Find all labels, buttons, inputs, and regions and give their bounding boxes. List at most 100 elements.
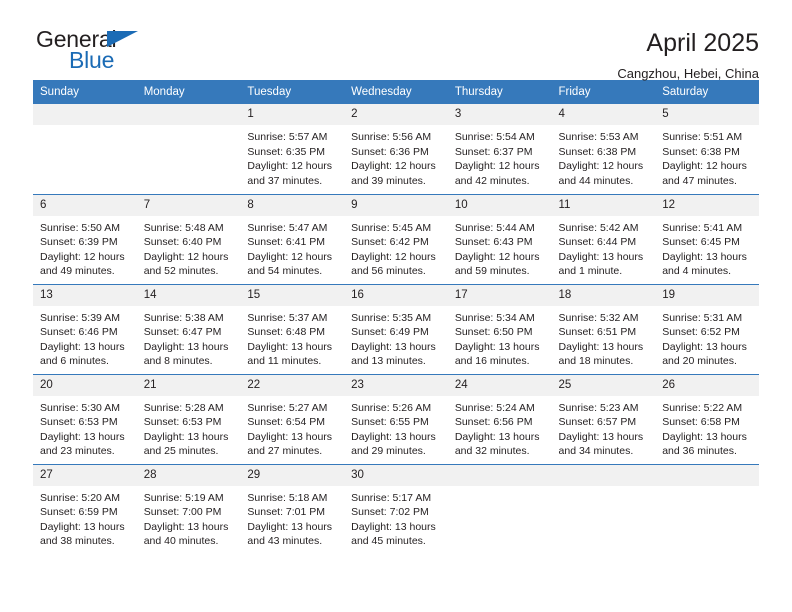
day-cell-inner: 20 Sunrise: 5:30 AM Sunset: 6:53 PM Dayligh…	[33, 374, 137, 464]
calendar-day-cell[interactable]: 29 Sunrise: 5:18 AM Sunset: 7:01 PM Dayligh…	[240, 463, 345, 554]
calendar-day-cell[interactable]: 16 Sunrise: 5:35 AM Sunset: 6:49 PM Dayligh…	[344, 283, 448, 374]
day-detail-line: and 6 minutes.	[40, 355, 109, 367]
calendar-day-cell[interactable]: 8 Sunrise: 5:47 AM Sunset: 6:41 PM Daylight…	[240, 193, 345, 284]
day-detail-line: Daylight: 12 hours	[351, 160, 436, 172]
calendar-day-cell[interactable]: 30 Sunrise: 5:17 AM Sunset: 7:02 PM Dayligh…	[344, 463, 448, 554]
day-number: 8	[240, 194, 345, 216]
day-sun-details	[552, 486, 656, 491]
day-detail-line: Sunset: 6:43 PM	[454, 236, 533, 248]
weekday-header-tuesday: Tuesday	[240, 80, 345, 104]
calendar-day-cell[interactable]: 24 Sunrise: 5:24 AM Sunset: 6:56 PM Dayligh…	[447, 373, 552, 464]
calendar-day-cell[interactable]: 3 Sunrise: 5:54 AM Sunset: 6:37 PM Daylight…	[447, 104, 552, 194]
day-detail-line: and 36 minutes.	[662, 445, 737, 457]
day-sun-details: Sunrise: 5:26 AM Sunset: 6:55 PM Daylight:…	[344, 396, 448, 459]
calendar-day-cell[interactable]: 6 Sunrise: 5:50 AM Sunset: 6:39 PM Daylight…	[33, 193, 137, 284]
day-sun-details: Sunrise: 5:35 AM Sunset: 6:49 PM Daylight:…	[344, 306, 448, 369]
day-detail-line: Sunrise: 5:30 AM	[40, 401, 120, 414]
day-detail-line: and 4 minutes.	[662, 265, 732, 277]
calendar-day-cell[interactable]: 2 Sunrise: 5:56 AM Sunset: 6:36 PM Daylight…	[344, 104, 448, 194]
day-detail-line: and 47 minutes.	[662, 174, 737, 187]
day-detail-line: Sunrise: 5:17 AM	[351, 491, 432, 504]
calendar-day-cell[interactable]: 5 Sunrise: 5:51 AM Sunset: 6:38 PM Daylight…	[655, 104, 759, 194]
day-detail-line: and 56 minutes.	[351, 265, 426, 277]
day-detail-line: Sunrise: 5:27 AM	[247, 401, 328, 414]
calendar-day-cell[interactable]: 28 Sunrise: 5:19 AM Sunset: 7:00 PM Dayligh…	[136, 463, 241, 554]
day-sun-details: Sunrise: 5:34 AM Sunset: 6:50 PM Daylight:…	[448, 306, 552, 369]
day-detail-line: Daylight: 12 hours	[662, 160, 747, 172]
calendar-day-cell[interactable]: 18 Sunrise: 5:32 AM Sunset: 6:51 PM Dayligh…	[551, 283, 656, 374]
day-detail-line: Sunset: 6:38 PM	[558, 145, 637, 158]
day-cell-inner: 8 Sunrise: 5:47 AM Sunset: 6:41 PM Daylight…	[240, 194, 345, 284]
day-detail-line: Sunset: 6:55 PM	[351, 416, 429, 428]
calendar-week-row: 13 Sunrise: 5:39 AM Sunset: 6:46 PM Dayligh…	[33, 283, 759, 374]
calendar-day-cell[interactable]: 21 Sunrise: 5:28 AM Sunset: 6:53 PM Dayligh…	[136, 373, 241, 464]
calendar-day-cell[interactable]: 10 Sunrise: 5:44 AM Sunset: 6:43 PM Dayligh…	[447, 193, 552, 284]
weekday-headers: Sunday Monday Tuesday Wednesday Thursday Frid…	[33, 80, 759, 104]
day-sun-details: Sunrise: 5:32 AM Sunset: 6:51 PM Daylight:…	[552, 306, 656, 369]
day-detail-line: Sunset: 6:48 PM	[247, 326, 326, 338]
day-number: 22	[240, 374, 345, 396]
day-cell-inner: 25 Sunrise: 5:23 AM Sunset: 6:57 PM Dayligh…	[551, 374, 656, 464]
day-detail-line: Daylight: 13 hours	[247, 430, 333, 443]
calendar-day-cell[interactable]: 20 Sunrise: 5:30 AM Sunset: 6:53 PM Dayligh…	[33, 373, 137, 464]
day-detail-line: Daylight: 13 hours	[558, 430, 644, 443]
day-detail-line: Daylight: 13 hours	[662, 250, 747, 263]
calendar-day-cell[interactable]: 14 Sunrise: 5:38 AM Sunset: 6:47 PM Dayligh…	[136, 283, 241, 374]
day-sun-details: Sunrise: 5:50 AM Sunset: 6:39 PM Daylight:…	[33, 216, 137, 279]
calendar-day-cell[interactable]: 22 Sunrise: 5:27 AM Sunset: 6:54 PM Dayligh…	[240, 373, 345, 464]
calendar-day-cell[interactable]: 25 Sunrise: 5:23 AM Sunset: 6:57 PM Dayligh…	[551, 373, 656, 464]
day-cell-inner: 18 Sunrise: 5:32 AM Sunset: 6:51 PM Dayligh…	[551, 284, 656, 374]
day-detail-line: Daylight: 13 hours	[558, 250, 644, 263]
day-detail-line: and 29 minutes.	[351, 445, 426, 457]
calendar-day-cell[interactable]: 4 Sunrise: 5:53 AM Sunset: 6:38 PM Daylight…	[551, 104, 656, 194]
day-sun-details	[655, 486, 759, 491]
day-detail-line: and 38 minutes.	[40, 535, 115, 547]
day-cell-inner: 9 Sunrise: 5:45 AM Sunset: 6:42 PM Daylight…	[344, 194, 448, 284]
day-detail-line: and 23 minutes.	[40, 445, 115, 457]
day-detail-line: and 40 minutes.	[143, 535, 219, 547]
day-detail-line: Daylight: 12 hours	[143, 250, 229, 263]
day-detail-line: and 42 minutes.	[454, 174, 530, 187]
calendar-day-cell[interactable]: 1 Sunrise: 5:57 AM Sunset: 6:35 PM Daylight…	[240, 104, 345, 194]
day-sun-details: Sunrise: 5:48 AM Sunset: 6:40 PM Daylight:…	[137, 216, 241, 279]
day-detail-line: Sunset: 6:37 PM	[454, 145, 533, 158]
day-number: 25	[551, 374, 656, 396]
day-detail-line: Sunrise: 5:31 AM	[662, 311, 743, 324]
day-number: 11	[551, 194, 656, 216]
day-number: 10	[447, 194, 552, 216]
day-number: 30	[344, 464, 448, 486]
day-detail-line: Daylight: 13 hours	[247, 340, 333, 353]
day-number	[33, 104, 137, 125]
weekday-header-wednesday: Wednesday	[344, 80, 448, 104]
calendar-day-cell[interactable]: 13 Sunrise: 5:39 AM Sunset: 6:46 PM Dayligh…	[33, 283, 137, 374]
calendar-day-cell[interactable]: 17 Sunrise: 5:34 AM Sunset: 6:50 PM Dayligh…	[447, 283, 552, 374]
calendar-day-cell[interactable]: 7 Sunrise: 5:48 AM Sunset: 6:40 PM Daylight…	[136, 193, 241, 284]
title-block: April 2025 Cangzhou, Hebei, China	[617, 28, 759, 82]
day-detail-line: and 43 minutes.	[247, 535, 323, 547]
day-sun-details: Sunrise: 5:17 AM Sunset: 7:02 PM Daylight:…	[344, 486, 448, 549]
day-detail-line: Daylight: 13 hours	[662, 430, 747, 443]
calendar-day-cell[interactable]: 12 Sunrise: 5:41 AM Sunset: 6:45 PM Dayligh…	[655, 193, 759, 284]
calendar-day-cell[interactable]: 15 Sunrise: 5:37 AM Sunset: 6:48 PM Dayligh…	[240, 283, 345, 374]
day-number: 27	[33, 464, 137, 486]
day-cell-inner: 6 Sunrise: 5:50 AM Sunset: 6:39 PM Daylight…	[33, 194, 137, 284]
day-detail-line: Sunset: 6:57 PM	[558, 416, 637, 428]
calendar-week-row: 1 Sunrise: 5:57 AM Sunset: 6:35 PM Daylight…	[33, 104, 759, 194]
day-cell-inner: 28 Sunrise: 5:19 AM Sunset: 7:00 PM Dayligh…	[136, 464, 241, 554]
calendar-day-cell[interactable]: 11 Sunrise: 5:42 AM Sunset: 6:44 PM Dayligh…	[551, 193, 656, 284]
calendar-day-cell[interactable]: 9 Sunrise: 5:45 AM Sunset: 6:42 PM Daylight…	[344, 193, 448, 284]
day-detail-line: Sunset: 6:52 PM	[662, 326, 740, 338]
day-cell-inner: 12 Sunrise: 5:41 AM Sunset: 6:45 PM Dayligh…	[655, 194, 759, 284]
day-detail-line: Sunset: 6:44 PM	[558, 236, 637, 248]
day-number: 3	[447, 104, 552, 125]
location-subtitle: Cangzhou, Hebei, China	[617, 66, 759, 81]
day-number	[136, 104, 241, 125]
calendar-day-cell[interactable]: 19 Sunrise: 5:31 AM Sunset: 6:52 PM Dayligh…	[655, 283, 759, 374]
day-number: 5	[655, 104, 759, 125]
calendar-day-cell[interactable]: 27 Sunrise: 5:20 AM Sunset: 6:59 PM Dayligh…	[33, 463, 137, 554]
calendar-day-cell[interactable]: 26 Sunrise: 5:22 AM Sunset: 6:58 PM Dayligh…	[655, 373, 759, 464]
day-cell-inner: 30 Sunrise: 5:17 AM Sunset: 7:02 PM Dayligh…	[344, 464, 448, 554]
calendar-week-row: 20 Sunrise: 5:30 AM Sunset: 6:53 PM Dayligh…	[33, 373, 759, 464]
day-number: 26	[655, 374, 759, 396]
calendar-day-cell[interactable]: 23 Sunrise: 5:26 AM Sunset: 6:55 PM Dayligh…	[344, 373, 448, 464]
